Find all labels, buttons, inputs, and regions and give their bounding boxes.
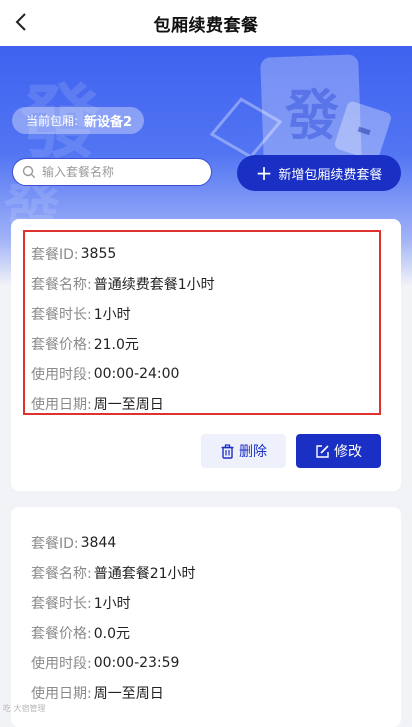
edit-button[interactable]: 修改 (296, 434, 381, 468)
field-value: 普通套餐21小时 (93, 566, 196, 582)
search-icon (22, 165, 36, 179)
field-label: 使用时段: (31, 656, 92, 672)
add-package-button[interactable]: + 新增包厢续费套餐 (237, 155, 401, 191)
field-value: 普通续费套餐1小时 (93, 277, 215, 293)
field-value: 0.0元 (93, 626, 130, 642)
field-value: 21.0元 (93, 337, 139, 353)
package-duration-row: 套餐时长: 1小时 (31, 593, 131, 613)
package-name-row: 套餐名称: 普通套餐21小时 (31, 563, 196, 583)
package-price-row: 套餐价格: 21.0元 (31, 334, 139, 354)
field-label: 套餐ID: (31, 247, 79, 263)
package-duration-row: 套餐时长: 1小时 (31, 304, 131, 324)
delete-label: 删除 (239, 444, 267, 460)
field-value: 3855 (80, 246, 117, 262)
search-box[interactable] (12, 158, 212, 186)
package-id-row: 套餐ID: 3844 (31, 533, 116, 553)
field-label: 套餐ID: (31, 536, 79, 552)
field-value: 00:00-23:59 (93, 655, 180, 671)
current-device-pill: 当前包厢: 新设备2 (12, 107, 145, 134)
package-days-row: 使用日期: 周一至周日 (31, 683, 164, 703)
field-label: 使用时段: (31, 367, 92, 383)
watermark: 吃 大宿管理 (3, 704, 46, 713)
add-package-label: 新增包厢续费套餐 (278, 167, 383, 183)
field-label: 套餐名称: (31, 277, 92, 293)
package-card: 套餐ID: 3855 套餐名称: 普通续费套餐1小时 套餐时长: 1小时 套餐价… (11, 219, 401, 491)
package-card: 套餐ID: 3844 套餐名称: 普通套餐21小时 套餐时长: 1小时 套餐价格… (11, 507, 401, 727)
field-label: 套餐价格: (31, 626, 92, 642)
package-time-slot-row: 使用时段: 00:00-23:59 (31, 653, 179, 673)
edit-label: 修改 (334, 444, 362, 460)
field-label: 套餐时长: (31, 307, 92, 323)
package-price-row: 套餐价格: 0.0元 (31, 623, 130, 643)
field-label: 套餐名称: (31, 566, 92, 582)
delete-button[interactable]: 删除 (201, 434, 286, 468)
package-name-row: 套餐名称: 普通续费套餐1小时 (31, 274, 215, 294)
nav-bar: 包厢续费套餐 (0, 0, 412, 46)
current-device-label: 当前包厢: (26, 114, 79, 128)
search-input[interactable] (40, 164, 204, 180)
field-value: 1小时 (93, 596, 131, 612)
edit-icon (316, 444, 329, 458)
package-days-row: 使用日期: 周一至周日 (31, 394, 164, 414)
field-value: 周一至周日 (93, 686, 164, 702)
field-label: 套餐价格: (31, 337, 92, 353)
field-value: 00:00-24:00 (93, 366, 180, 382)
field-value: 周一至周日 (93, 397, 164, 413)
plus-icon: + (255, 161, 273, 185)
trash-icon (221, 443, 234, 459)
package-time-slot-row: 使用时段: 00:00-24:00 (31, 364, 179, 384)
field-label: 套餐时长: (31, 596, 92, 612)
page-title: 包厢续费套餐 (153, 15, 259, 36)
current-device-name: 新设备2 (84, 115, 133, 130)
back-arrow-icon[interactable] (10, 9, 36, 35)
field-value: 3844 (80, 535, 117, 551)
field-value: 1小时 (93, 307, 131, 323)
package-id-row: 套餐ID: 3855 (31, 244, 116, 264)
field-label: 使用日期: (31, 686, 92, 702)
field-label: 使用日期: (31, 397, 92, 413)
